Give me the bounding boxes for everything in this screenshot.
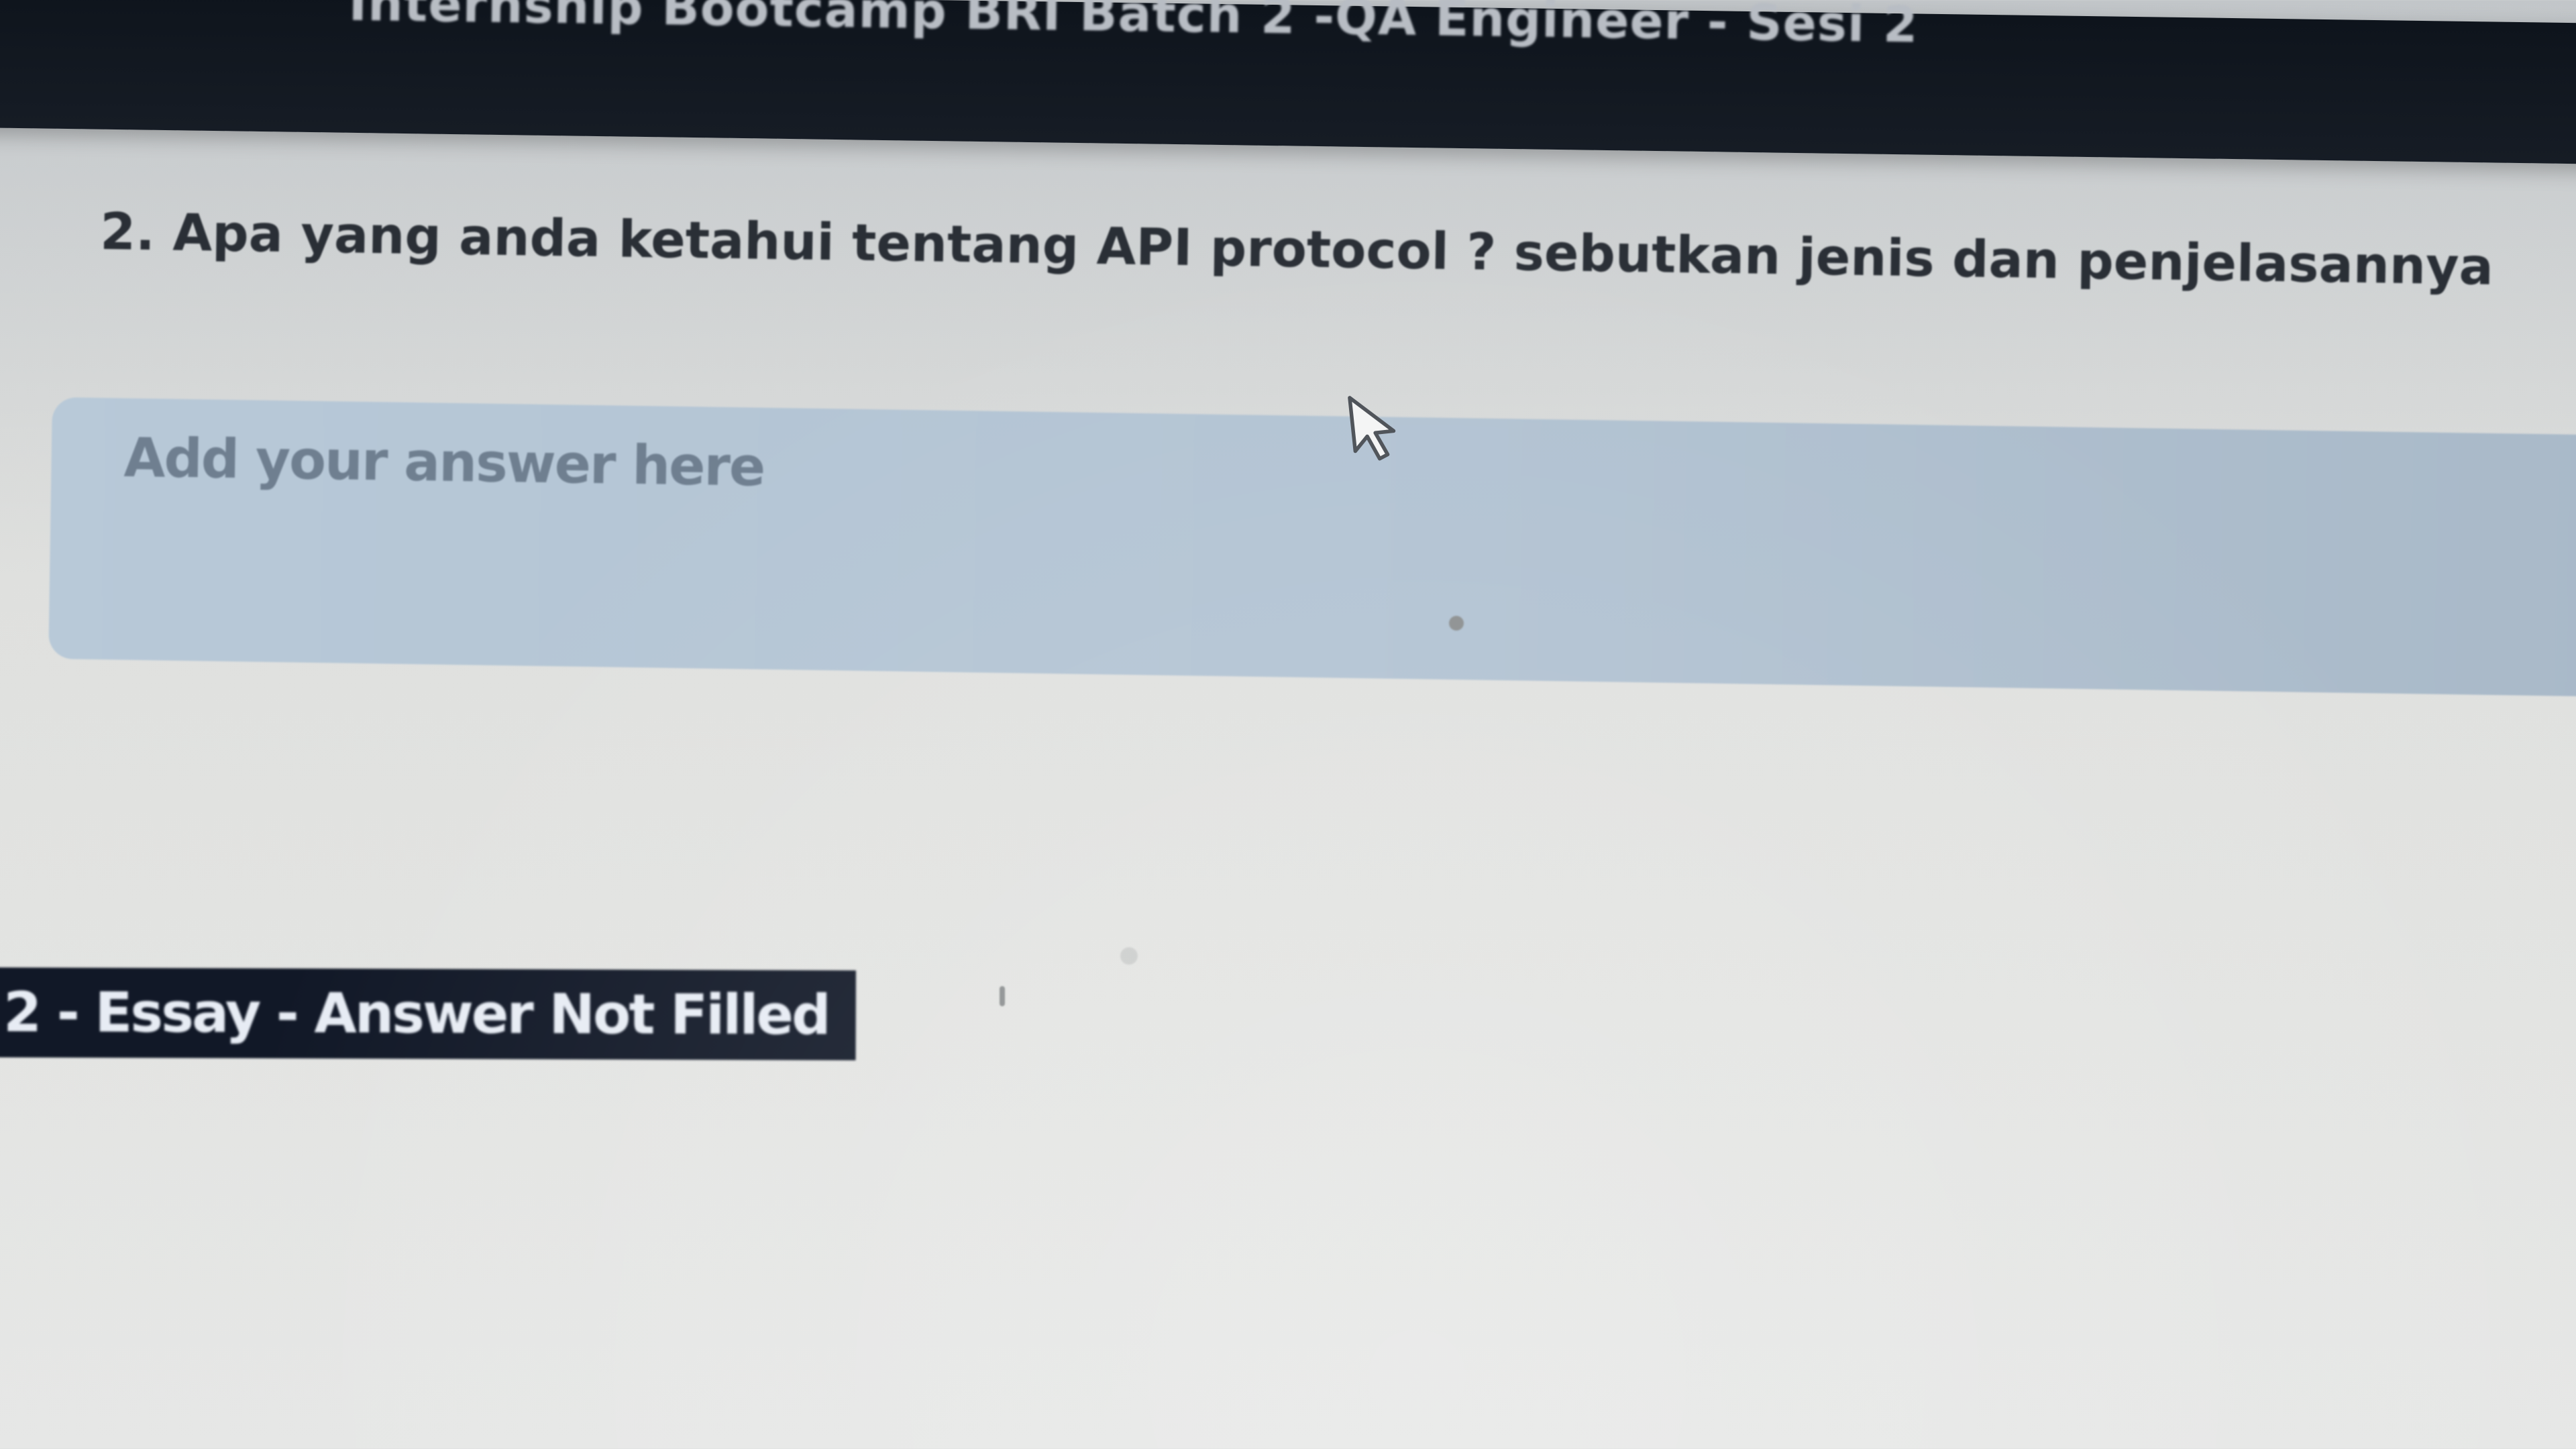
- screen-speck: [1000, 986, 1005, 1006]
- screen-speck: [1120, 947, 1138, 965]
- question-status-badge[interactable]: Question 2 - Essay - Answer Not Filled: [0, 967, 856, 1061]
- answer-input[interactable]: [48, 397, 2576, 698]
- status-badge-label: Question 2 - Essay - Answer Not Filled: [0, 979, 829, 1047]
- window-title: Internship Bootcamp BRI Batch 2 -QA Engi…: [348, 0, 1919, 54]
- window-title-bar: Internship Bootcamp BRI Batch 2 -QA Engi…: [0, 0, 2576, 165]
- question-text: 2. Apa yang anda ketahui tentang API pro…: [99, 201, 2494, 297]
- mouse-pointer-icon: [1346, 389, 1407, 468]
- screen-speck: [1449, 616, 1464, 631]
